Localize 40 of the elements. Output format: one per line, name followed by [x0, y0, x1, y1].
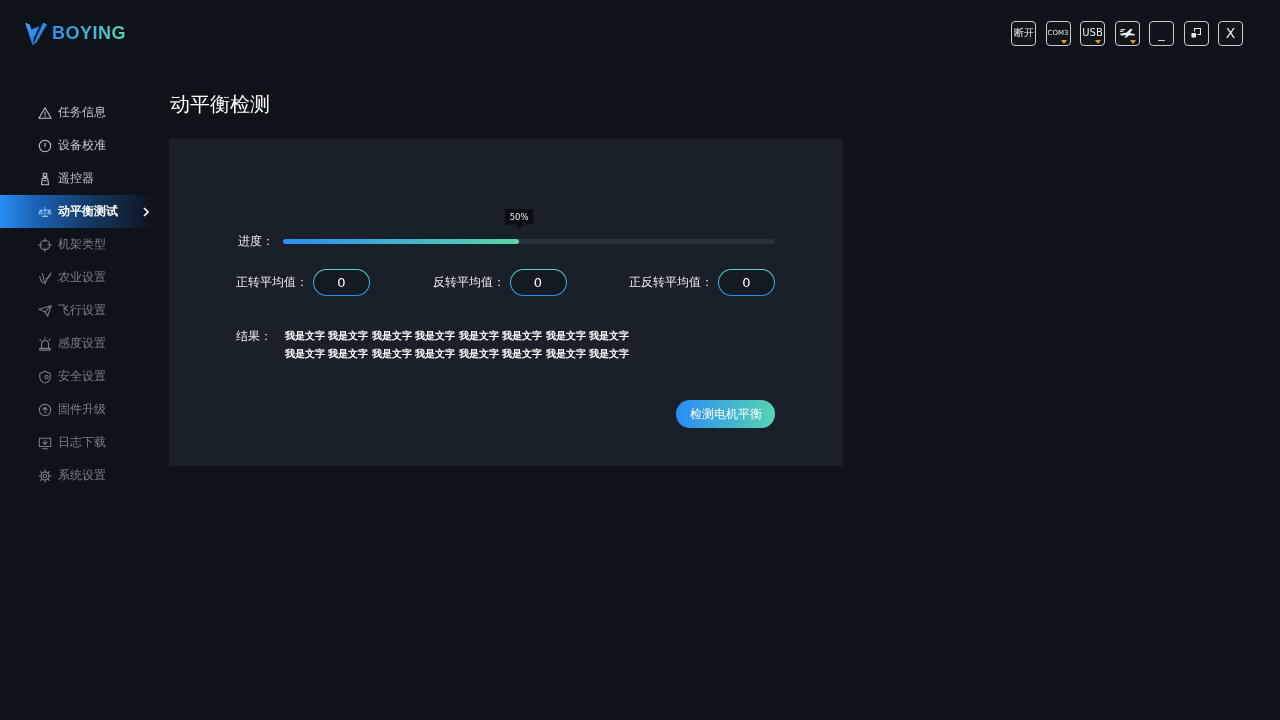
- sidebar-item[interactable]: 遥控器: [0, 162, 155, 195]
- crosshair-icon: [38, 237, 52, 252]
- chevron-icon: [143, 206, 149, 217]
- sidebar-item[interactable]: 设备校准: [0, 129, 155, 162]
- dial-icon: [38, 138, 52, 153]
- result-text: 我是文字 我是文字 我是文字 我是文字 我是文字 我是文字 我是文字 我是文字: [285, 347, 630, 361]
- field-label: 正转平均值：: [236, 273, 308, 291]
- sidebar-item[interactable]: 任务信息: [0, 96, 155, 129]
- controller-icon: [38, 171, 52, 186]
- caret-icon: [1095, 39, 1101, 44]
- restore-icon: [1190, 27, 1202, 39]
- disconnect-button[interactable]: 断开: [1011, 20, 1036, 46]
- logo-icon: [25, 20, 47, 46]
- settings-icon: [38, 468, 52, 483]
- shield-icon: [38, 369, 52, 384]
- minimize-button[interactable]: _: [1149, 20, 1174, 46]
- sidebar-item[interactable]: 动平衡测试: [0, 195, 155, 228]
- warning-icon: [38, 105, 52, 120]
- upload-icon: [38, 402, 52, 417]
- result-text: 我是文字 我是文字 我是文字 我是文字 我是文字 我是文字 我是文字 我是文字: [285, 329, 630, 343]
- value-field: 0: [718, 268, 775, 296]
- leaf-icon: [38, 270, 52, 285]
- progress-label: 进度：: [238, 232, 275, 250]
- download-icon: [38, 435, 52, 450]
- restore-button[interactable]: [1183, 20, 1209, 46]
- field-label: 正反转平均值：: [629, 273, 713, 291]
- alarm-lamp-icon: [38, 336, 52, 351]
- result-label: 结果：: [236, 328, 273, 345]
- caret-icon: [1060, 39, 1067, 44]
- field-label: 反转平均值：: [432, 273, 505, 291]
- value-field: 0: [509, 268, 567, 296]
- close-button[interactable]: X: [1218, 20, 1243, 46]
- page-title: 动平衡检测: [170, 91, 271, 118]
- scale-icon: [38, 204, 52, 219]
- usb-button[interactable]: USB: [1080, 20, 1105, 46]
- progress-tooltip: 50%: [504, 208, 534, 230]
- plane-icon: [38, 303, 52, 318]
- plane-icon: [1118, 26, 1136, 40]
- value-field: 0: [313, 268, 370, 296]
- aircraft-button[interactable]: [1114, 20, 1140, 46]
